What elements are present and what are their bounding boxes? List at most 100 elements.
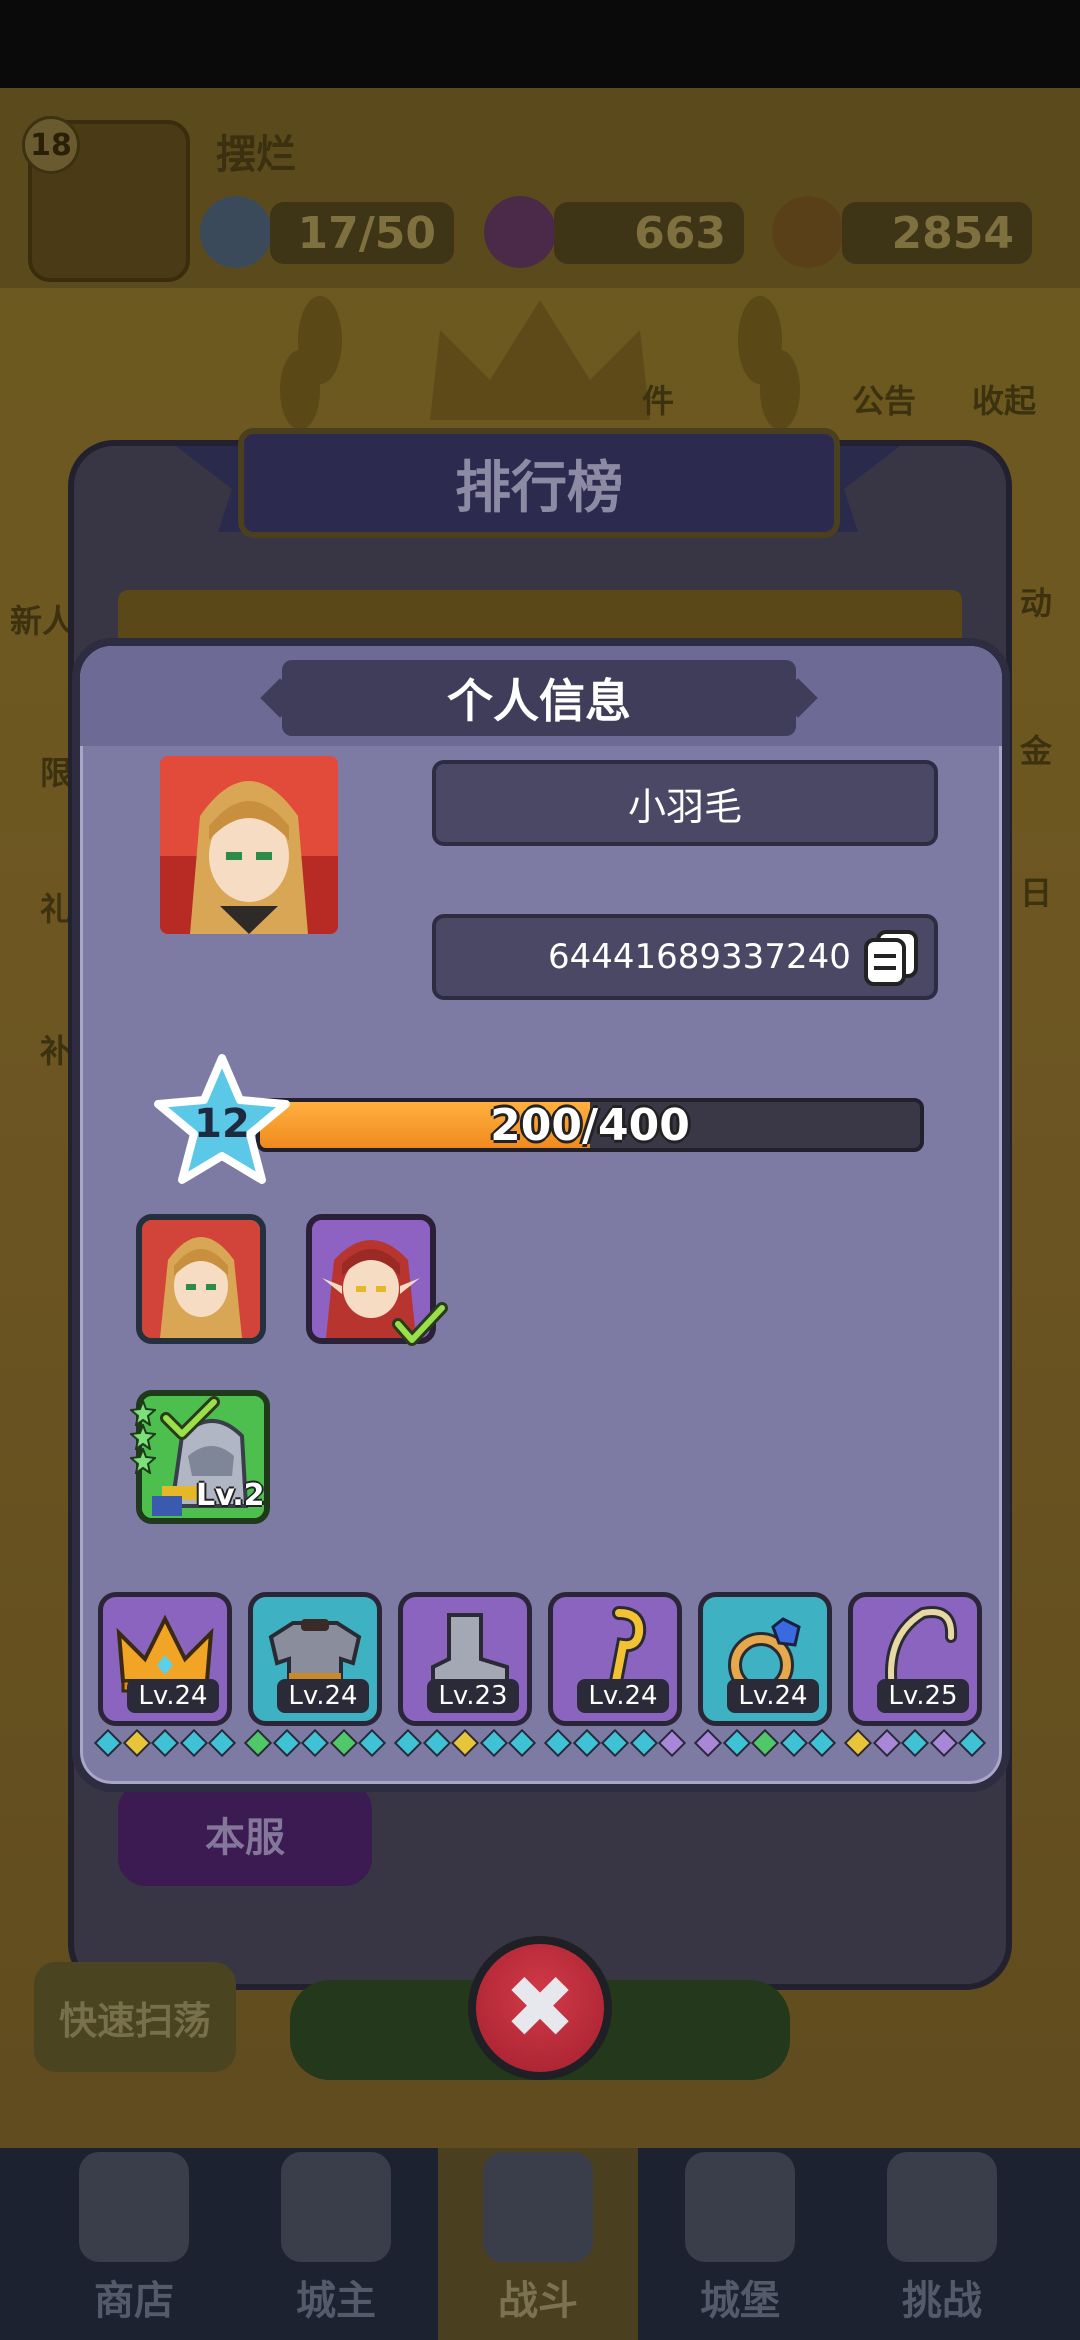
blonde-hero-portrait-icon [160,756,338,934]
equip-level: Lv.24 [277,1679,369,1713]
crown-decoration-icon [430,300,650,420]
player-level: 12 [194,1101,250,1147]
nav-challenge[interactable]: 挑战 [842,2148,1042,2340]
equip-level: Lv.23 [427,1679,519,1713]
laurel-right-icon [738,296,800,430]
star-icon [130,1400,156,1426]
nav-lord[interactable]: 城主 [236,2148,436,2340]
nav-castle-label: 城堡 [700,2278,780,2324]
close-icon: ✖ [503,1958,577,2058]
gem-socket [722,1728,751,1758]
player-name: 摆烂 [216,132,296,178]
gem-socket [300,1728,330,1758]
gem-socket [693,1728,723,1758]
stamina-value: 17/50 [270,202,454,264]
challenge-icon [887,2152,997,2262]
equip-slot-bow[interactable]: Lv.25 [848,1592,982,1726]
gem-socket [657,1728,687,1758]
nav-challenge-label: 挑战 [902,2278,982,2324]
castle-icon [685,2152,795,2262]
side-label-newbie[interactable]: 新人 [10,596,74,642]
gem-socket [807,1728,837,1758]
close-button[interactable]: ✖ [468,1936,612,2080]
copy-icon[interactable] [862,930,922,986]
player-name-field: 小羽毛 [432,760,938,846]
equip-slot-boots[interactable]: Lv.23 [398,1592,532,1726]
gem-socket [93,1728,123,1758]
player-level-badge: 18 [22,116,80,174]
equip-slot-armor[interactable]: Lv.24 [248,1592,382,1726]
pet-level: Lv.2 [196,1478,265,1513]
nav-castle[interactable]: 城堡 [640,2148,840,2340]
equip-gems [543,1728,687,1758]
exp-text: 200/400 [490,1099,690,1151]
gem-socket [357,1728,387,1758]
gem-socket [150,1728,180,1758]
gem-socket [507,1728,537,1758]
side-label-daily[interactable]: 日 [1020,868,1052,914]
blonde-hero-portrait-icon [142,1220,260,1338]
gem-socket [957,1728,987,1758]
swords-icon [483,2152,593,2262]
profile-avatar [160,756,338,934]
gem-socket [929,1728,958,1758]
gem-socket [572,1728,601,1758]
selected-check-icon [392,1302,448,1346]
gem-socket [479,1728,508,1758]
star-icon [130,1424,156,1450]
gem-socket [843,1728,873,1758]
gem-socket [179,1728,208,1758]
gem-value: 663 [554,202,744,264]
gem-socket [543,1728,573,1758]
equip-level: Lv.24 [577,1679,669,1713]
gem-socket [629,1728,658,1758]
gem-socket [329,1728,358,1758]
equip-gems [843,1728,987,1758]
status-bar [0,0,1080,88]
gem-socket [750,1728,780,1758]
side-label-mail[interactable]: 件 [642,376,674,422]
shop-icon [79,2152,189,2262]
gem-socket [207,1728,237,1758]
nav-lord-label: 城主 [296,2278,376,2324]
gold-icon[interactable] [772,196,844,268]
nav-shop-label: 商店 [94,2278,174,2324]
equip-level: Lv.24 [127,1679,219,1713]
modal-title: 个人信息 [282,660,796,736]
equip-gems [93,1728,237,1758]
hero-card-1[interactable] [136,1214,266,1344]
gem-socket [779,1728,808,1758]
gem-icon[interactable] [484,196,556,268]
gem-socket [393,1728,423,1758]
selected-check-icon [160,1396,220,1440]
laurel-left-icon [280,296,342,430]
side-label-notice[interactable]: 公告 [852,376,916,422]
equip-gems [393,1728,537,1758]
gem-socket [872,1728,901,1758]
stamina-icon[interactable] [200,196,272,268]
quick-sweep-button[interactable]: 快速扫荡 [34,1962,236,2072]
equip-level: Lv.24 [727,1679,819,1713]
tab-server[interactable]: 本服 [118,1782,372,1886]
side-label-collapse[interactable]: 收起 [972,376,1036,422]
star-icon [130,1448,156,1474]
equip-level: Lv.25 [877,1679,969,1713]
gem-socket [600,1728,630,1758]
gold-value: 2854 [842,202,1032,264]
nav-battle[interactable]: 战斗 [438,2148,638,2340]
gem-socket [900,1728,930,1758]
nav-battle-label: 战斗 [498,2278,578,2324]
gem-socket [450,1728,480,1758]
equip-slot-crown[interactable]: Lv.24 [98,1592,232,1726]
ranking-title: 排行榜 [238,428,840,538]
equip-slot-staff[interactable]: Lv.24 [548,1592,682,1726]
equip-slot-ring[interactable]: Lv.24 [698,1592,832,1726]
nav-shop[interactable]: 商店 [34,2148,234,2340]
side-label-gold[interactable]: 金 [1020,726,1052,772]
equip-gems [693,1728,837,1758]
crown-icon [281,2152,391,2262]
gem-socket [272,1728,301,1758]
side-label-event[interactable]: 动 [1020,578,1052,624]
gem-socket [243,1728,273,1758]
gem-socket [122,1728,151,1758]
